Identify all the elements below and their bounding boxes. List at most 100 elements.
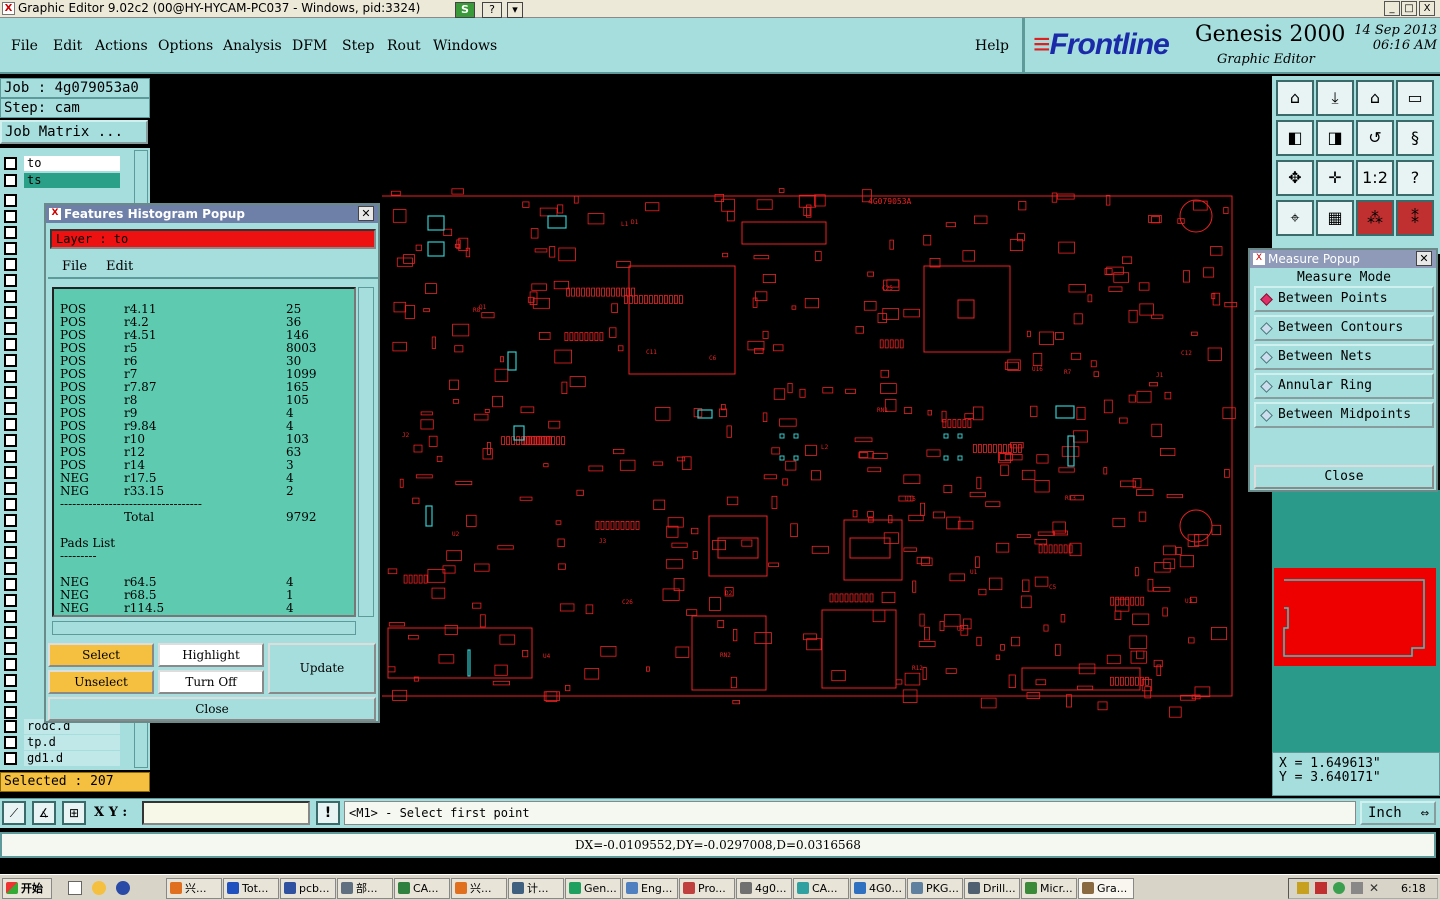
- layer-checkbox[interactable]: [4, 290, 17, 303]
- tray-icon[interactable]: [1315, 882, 1327, 894]
- snap-icon[interactable]: §: [1396, 120, 1434, 156]
- taskbar-item[interactable]: Gen...: [565, 878, 621, 899]
- measure-option[interactable]: Annular Ring: [1254, 373, 1434, 399]
- layer-checkbox[interactable]: [4, 562, 17, 575]
- desktop-icon[interactable]: [68, 881, 82, 895]
- taskbar-item[interactable]: 4G0...: [850, 878, 906, 899]
- window-icon[interactable]: ▭: [1396, 80, 1434, 116]
- layer-checkbox[interactable]: [4, 466, 17, 479]
- taskbar-item[interactable]: CA...: [793, 878, 849, 899]
- layer-checkbox[interactable]: [4, 642, 17, 655]
- net-red-icon[interactable]: ⁑: [1396, 200, 1434, 236]
- measure-option[interactable]: Between Nets: [1254, 344, 1434, 370]
- layer-checkbox[interactable]: [4, 674, 17, 687]
- taskbar-item[interactable]: Gra...: [1078, 878, 1134, 899]
- layer-checkbox[interactable]: [4, 418, 17, 431]
- menu-analysis[interactable]: Analysis: [223, 38, 282, 54]
- layer-row-ts[interactable]: ts: [2, 173, 120, 188]
- job-matrix-button[interactable]: Job Matrix ...: [0, 120, 148, 144]
- house-icon[interactable]: ⌂: [1356, 80, 1394, 116]
- maximize-button[interactable]: □: [1401, 1, 1417, 16]
- menu-windows[interactable]: Windows: [433, 38, 497, 54]
- pan-right-icon[interactable]: ◨: [1316, 120, 1354, 156]
- histogram-list[interactable]: POS r4.11 25 POS r4.2 36 POS r4.51 146 POS r5 8003 P…: [52, 287, 356, 617]
- query-icon[interactable]: ?: [1396, 160, 1434, 196]
- close-icon[interactable]: ✕: [358, 206, 374, 221]
- taskbar-item[interactable]: Drill...: [964, 878, 1020, 899]
- tray-icon[interactable]: [1333, 882, 1345, 894]
- layer-checkbox[interactable]: [4, 530, 17, 543]
- zoom-down-icon[interactable]: ⤓: [1316, 80, 1354, 116]
- layer-row-to[interactable]: to: [2, 156, 120, 171]
- layer-checkbox[interactable]: [4, 386, 17, 399]
- taskbar-item[interactable]: Eng...: [622, 878, 678, 899]
- update-button[interactable]: Update: [268, 643, 376, 694]
- histogram-menu-file[interactable]: File: [62, 259, 87, 274]
- angle-icon[interactable]: ∡: [32, 801, 56, 825]
- layer-checkbox[interactable]: [4, 174, 17, 187]
- fit-icon[interactable]: ✥: [1276, 160, 1314, 196]
- menu-dfm[interactable]: DFM: [292, 38, 327, 54]
- menu-file[interactable]: File: [11, 38, 38, 54]
- layer-checkbox[interactable]: [4, 498, 17, 511]
- s-icon[interactable]: S: [455, 2, 475, 18]
- taskbar-item[interactable]: pcb...: [280, 878, 336, 899]
- measure-option[interactable]: Between Midpoints: [1254, 402, 1434, 428]
- start-button[interactable]: 开始: [2, 878, 52, 899]
- layer-checkbox[interactable]: [4, 594, 17, 607]
- xy-input[interactable]: [142, 801, 310, 825]
- help-question-icon[interactable]: ?: [482, 2, 502, 18]
- taskbar-item[interactable]: Pro...: [679, 878, 735, 899]
- menu-help[interactable]: Help: [975, 38, 1009, 54]
- turn-off-button[interactable]: Turn Off: [158, 670, 264, 694]
- layer-checkbox[interactable]: [4, 450, 17, 463]
- highlight-button[interactable]: Highlight: [158, 643, 264, 667]
- menu-actions[interactable]: Actions: [95, 38, 148, 54]
- layer-checkbox[interactable]: [4, 546, 17, 559]
- taskbar-item[interactable]: 4g0...: [736, 878, 792, 899]
- grid-snap-icon[interactable]: ⊞: [62, 801, 86, 825]
- measure-option[interactable]: Between Points: [1254, 286, 1434, 312]
- layer-checkbox[interactable]: [4, 402, 17, 415]
- histogram-vscroll[interactable]: [358, 287, 374, 617]
- menu-step[interactable]: Step: [342, 38, 374, 54]
- layer-checkbox[interactable]: [4, 752, 17, 765]
- layer-checkbox[interactable]: [4, 690, 17, 703]
- layer-checkbox[interactable]: [4, 658, 17, 671]
- layer-row-tp[interactable]: tp.d: [2, 735, 120, 750]
- tray-x-icon[interactable]: ✕: [1369, 881, 1379, 895]
- layer-checkbox[interactable]: [4, 434, 17, 447]
- taskbar-item[interactable]: 计...: [508, 878, 564, 899]
- scale-1to2-icon[interactable]: 1:2: [1356, 160, 1394, 196]
- unselect-button[interactable]: Unselect: [48, 670, 154, 694]
- layer-checkbox[interactable]: [4, 210, 17, 223]
- browser-icon[interactable]: [116, 881, 130, 895]
- exclamation-icon[interactable]: !: [316, 801, 340, 825]
- histogram-menu-edit[interactable]: Edit: [106, 259, 133, 274]
- select-button[interactable]: Select: [48, 643, 154, 667]
- minimize-button[interactable]: _: [1384, 1, 1400, 16]
- tray-icon[interactable]: [1351, 882, 1363, 894]
- taskbar-item[interactable]: 部...: [337, 878, 393, 899]
- measure-ruler-icon[interactable]: ⌖: [1276, 200, 1314, 236]
- layer-checkbox[interactable]: [4, 482, 17, 495]
- layer-checkbox[interactable]: [4, 338, 17, 351]
- minimap[interactable]: [1274, 568, 1436, 666]
- histogram-close-button[interactable]: Close: [48, 697, 376, 721]
- redraw-icon[interactable]: ↺: [1356, 120, 1394, 156]
- zoom-home-icon[interactable]: ⌂: [1276, 80, 1314, 116]
- layer-checkbox[interactable]: [4, 720, 17, 733]
- layer-checkbox[interactable]: [4, 736, 17, 749]
- layer-checkbox[interactable]: [4, 610, 17, 623]
- clock-icon[interactable]: [92, 881, 106, 895]
- center-icon[interactable]: ✛: [1316, 160, 1354, 196]
- layer-row-gd1[interactable]: gd1.d: [2, 751, 120, 766]
- layer-checkbox[interactable]: [4, 354, 17, 367]
- taskbar-item[interactable]: 兴...: [166, 878, 222, 899]
- measure-option[interactable]: Between Contours: [1254, 315, 1434, 341]
- grid-icon[interactable]: ▦: [1316, 200, 1354, 236]
- layer-checkbox[interactable]: [4, 370, 17, 383]
- close-icon[interactable]: ✕: [1416, 251, 1432, 266]
- taskbar-item[interactable]: Tot...: [223, 878, 279, 899]
- layer-checkbox[interactable]: [4, 306, 17, 319]
